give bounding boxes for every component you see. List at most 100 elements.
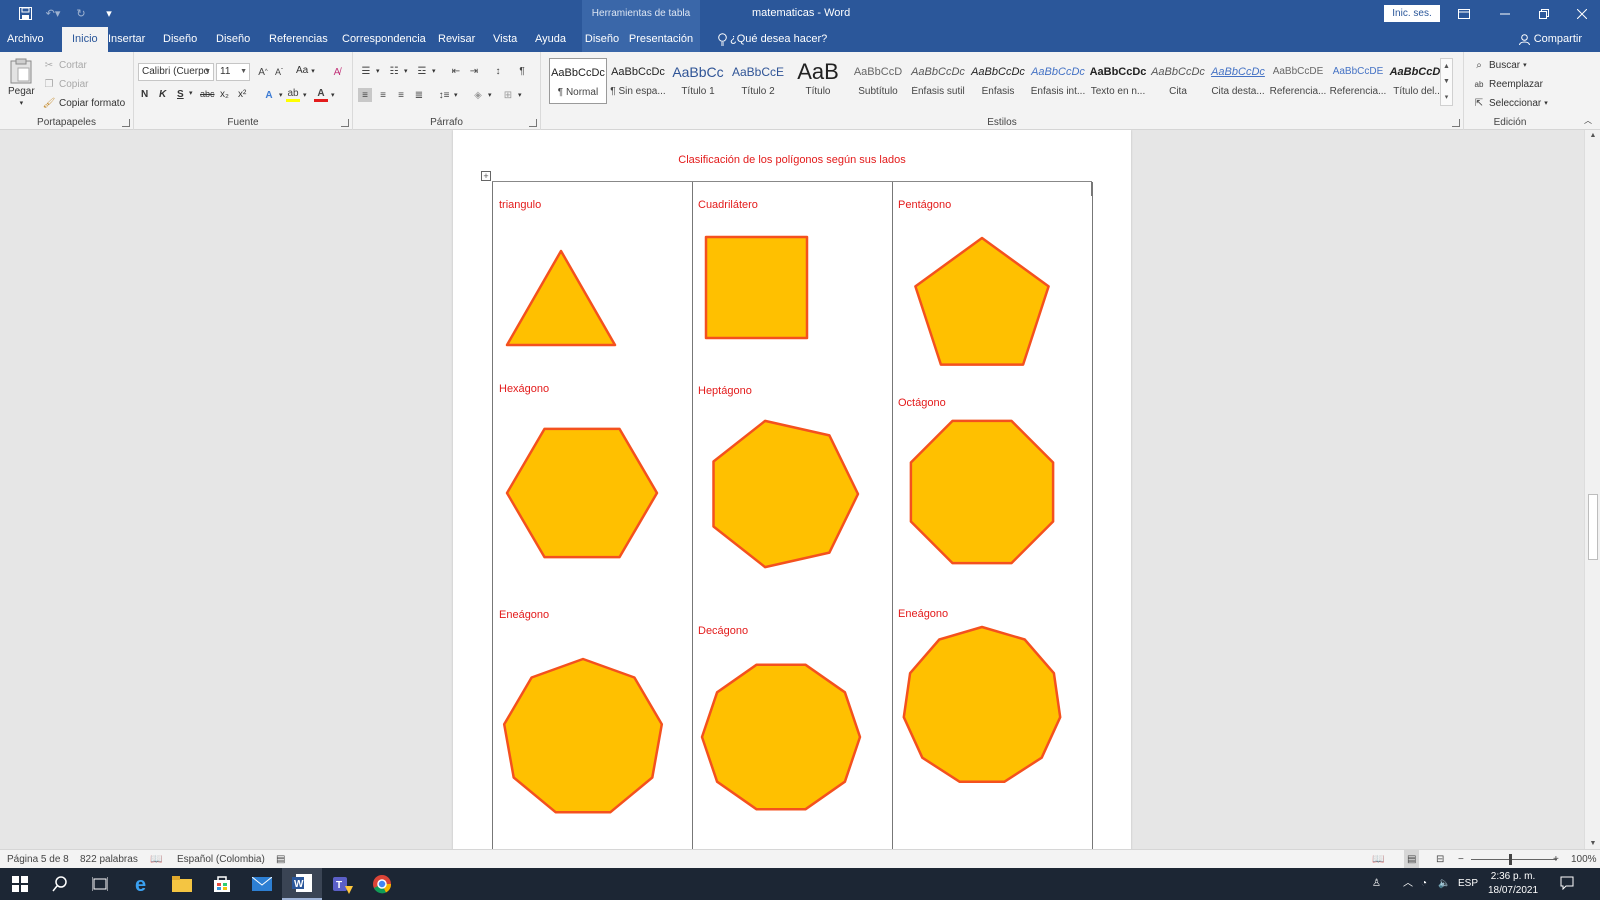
style-enfasis[interactable]: AaBbCcDc Énfasis xyxy=(969,58,1027,104)
paragraph-launcher-icon[interactable] xyxy=(529,119,537,127)
style-referencia-sutil[interactable]: AaBbCcDE Referencia... xyxy=(1269,58,1327,104)
word-count[interactable]: 822 palabras xyxy=(80,850,138,869)
tab-ayuda[interactable]: Ayuda xyxy=(535,27,566,52)
style-cita[interactable]: AaBbCcDc Cita xyxy=(1149,58,1207,104)
more-styles-icon[interactable]: ▾ xyxy=(1445,93,1449,101)
tab-insertar[interactable]: Insertar xyxy=(108,27,145,52)
signin-button[interactable]: Inic. ses. xyxy=(1384,5,1440,22)
font-size-combo[interactable]: 11 ▼ xyxy=(216,63,250,81)
sort-button[interactable]: ↕ xyxy=(491,64,505,78)
read-mode-icon[interactable]: 📖 xyxy=(1372,850,1384,869)
square-shape[interactable] xyxy=(704,235,809,340)
underline-dropdown[interactable]: ▾ xyxy=(189,89,193,97)
ribbon-display-options-icon[interactable] xyxy=(1444,0,1483,27)
redo-icon[interactable]: ↻ xyxy=(70,4,92,23)
styles-launcher-icon[interactable] xyxy=(1452,119,1460,127)
style-subtitulo[interactable]: AaBbCcD Subtítulo xyxy=(849,58,907,104)
style-cita-destacada[interactable]: AaBbCcDc Cita desta... xyxy=(1209,58,1267,104)
style-titulo-1[interactable]: AaBbCc Título 1 xyxy=(669,58,727,104)
clock[interactable]: 2:36 p. m. 18/07/2021 xyxy=(1483,870,1543,898)
style-titulo[interactable]: AaB Título xyxy=(789,58,847,104)
polygon-table[interactable]: triangulo Cuadrilátero Pentágono Hexágon… xyxy=(492,181,1093,849)
save-icon[interactable] xyxy=(14,4,36,23)
italic-button[interactable]: K xyxy=(159,89,166,100)
tray-overflow-icon[interactable]: ︿ xyxy=(1403,868,1413,900)
scroll-up-icon[interactable]: ▲ xyxy=(1585,132,1600,139)
tab-table-layout[interactable]: Presentación xyxy=(622,27,700,52)
teams-icon[interactable]: T xyxy=(322,868,362,900)
increase-indent-button[interactable]: ⇥ xyxy=(467,64,481,78)
align-right-button[interactable]: ≡ xyxy=(394,88,408,102)
style-sin-espaciado[interactable]: AaBbCcDc ¶ Sin espa... xyxy=(609,58,667,104)
store-icon[interactable] xyxy=(202,868,242,900)
vertical-scrollbar[interactable]: ▲ ▼ xyxy=(1584,130,1600,849)
tab-revisar[interactable]: Revisar xyxy=(438,27,475,52)
justify-button[interactable]: ≣ xyxy=(412,88,426,102)
align-left-button[interactable]: ≡ xyxy=(358,88,372,102)
chrome-icon[interactable] xyxy=(362,868,402,900)
zoom-out-icon[interactable]: − xyxy=(1458,850,1464,869)
style-referencia-intensa[interactable]: AaBbCcDE Referencia... xyxy=(1329,58,1387,104)
shrink-font-button[interactable]: Aˇ xyxy=(272,65,286,79)
share-button[interactable]: Compartir xyxy=(1518,27,1582,52)
tab-referencias[interactable]: Referencias xyxy=(269,27,328,52)
macro-icon[interactable]: ▤ xyxy=(276,850,285,869)
line-spacing-button[interactable]: ↕≡ ▾ xyxy=(437,88,458,102)
bullets-button[interactable]: ☰ ▾ xyxy=(359,64,380,78)
search-icon[interactable] xyxy=(40,868,80,900)
undo-icon[interactable]: ↶▾ xyxy=(42,4,64,23)
tab-diseno[interactable]: Diseño xyxy=(163,27,197,52)
text-effects-button[interactable]: A ▾ xyxy=(262,88,282,102)
minimize-icon[interactable] xyxy=(1485,0,1524,27)
mail-icon[interactable] xyxy=(242,868,282,900)
tab-inicio[interactable]: Inicio xyxy=(62,27,108,52)
zoom-slider[interactable] xyxy=(1471,859,1557,860)
copy-button[interactable]: ❐ Copiar xyxy=(42,77,89,91)
word-taskbar-icon[interactable]: W xyxy=(282,868,322,900)
chevron-up-icon[interactable]: ▲ xyxy=(1443,63,1450,70)
language-indicator[interactable]: Español (Colombia) xyxy=(177,850,265,869)
style-normal[interactable]: AaBbCcDc ¶ Normal xyxy=(549,58,607,104)
document-page[interactable]: Clasificación de los polígonos según sus… xyxy=(453,130,1131,849)
octagon-shape[interactable] xyxy=(901,411,1063,573)
multilevel-list-button[interactable]: ☲ ▾ xyxy=(415,64,436,78)
pentagon-shape[interactable] xyxy=(908,234,1056,382)
hendecagon-shape[interactable] xyxy=(899,623,1065,789)
triangle-shape[interactable] xyxy=(505,249,617,347)
underline-button[interactable]: S xyxy=(177,89,184,100)
font-color-button[interactable]: A ▾ xyxy=(314,88,335,102)
customize-qat-icon[interactable]: ▾ xyxy=(98,4,120,23)
nonagon-shape[interactable] xyxy=(499,655,667,821)
web-layout-icon[interactable]: ⊟ xyxy=(1436,850,1444,869)
decrease-indent-button[interactable]: ⇤ xyxy=(449,64,463,78)
zoom-slider-thumb[interactable] xyxy=(1509,854,1512,865)
paste-button[interactable]: Pegar ▾ xyxy=(8,58,35,107)
subscript-button[interactable]: x₂ xyxy=(220,89,229,100)
style-titulo-2[interactable]: AaBbCcE Título 2 xyxy=(729,58,787,104)
network-icon[interactable]: ◔ xyxy=(1421,868,1427,900)
print-layout-icon[interactable]: ▤ xyxy=(1404,850,1420,869)
tab-correspondencia[interactable]: Correspondencia xyxy=(342,27,426,52)
tab-disposicion[interactable]: Diseño xyxy=(216,27,250,52)
font-name-combo[interactable]: Calibri (Cuerpo ▼ xyxy=(138,63,214,81)
numbering-button[interactable]: ☷ ▾ xyxy=(387,64,408,78)
show-marks-button[interactable]: ¶ xyxy=(515,64,529,78)
shading-button[interactable]: ◈ ▾ xyxy=(471,88,491,102)
strikethrough-button[interactable]: abc xyxy=(200,89,215,99)
select-button[interactable]: ⇱ Seleccionar ▾ xyxy=(1472,96,1548,110)
bold-button[interactable]: N xyxy=(141,89,148,100)
highlight-button[interactable]: ab ▾ xyxy=(286,88,307,102)
hexagon-shape[interactable] xyxy=(503,415,661,571)
scroll-thumb[interactable] xyxy=(1588,494,1598,560)
style-enfasis-sutil[interactable]: AaBbCcDc Énfasis sutil xyxy=(909,58,967,104)
find-button[interactable]: ⌕ Buscar ▾ xyxy=(1472,58,1526,72)
restore-icon[interactable] xyxy=(1524,0,1563,27)
replace-button[interactable]: ab Reemplazar xyxy=(1472,77,1543,91)
file-explorer-icon[interactable] xyxy=(162,868,202,900)
zoom-level[interactable]: 100% xyxy=(1571,850,1597,869)
people-icon[interactable]: ♙ xyxy=(1372,868,1381,900)
styles-gallery-scroll[interactable]: ▲ ▼ ▾ xyxy=(1440,58,1453,106)
clipboard-launcher-icon[interactable] xyxy=(122,119,130,127)
format-painter-button[interactable]: 🖌 Copiar formato xyxy=(42,96,126,110)
input-language[interactable]: ESP xyxy=(1458,868,1478,900)
